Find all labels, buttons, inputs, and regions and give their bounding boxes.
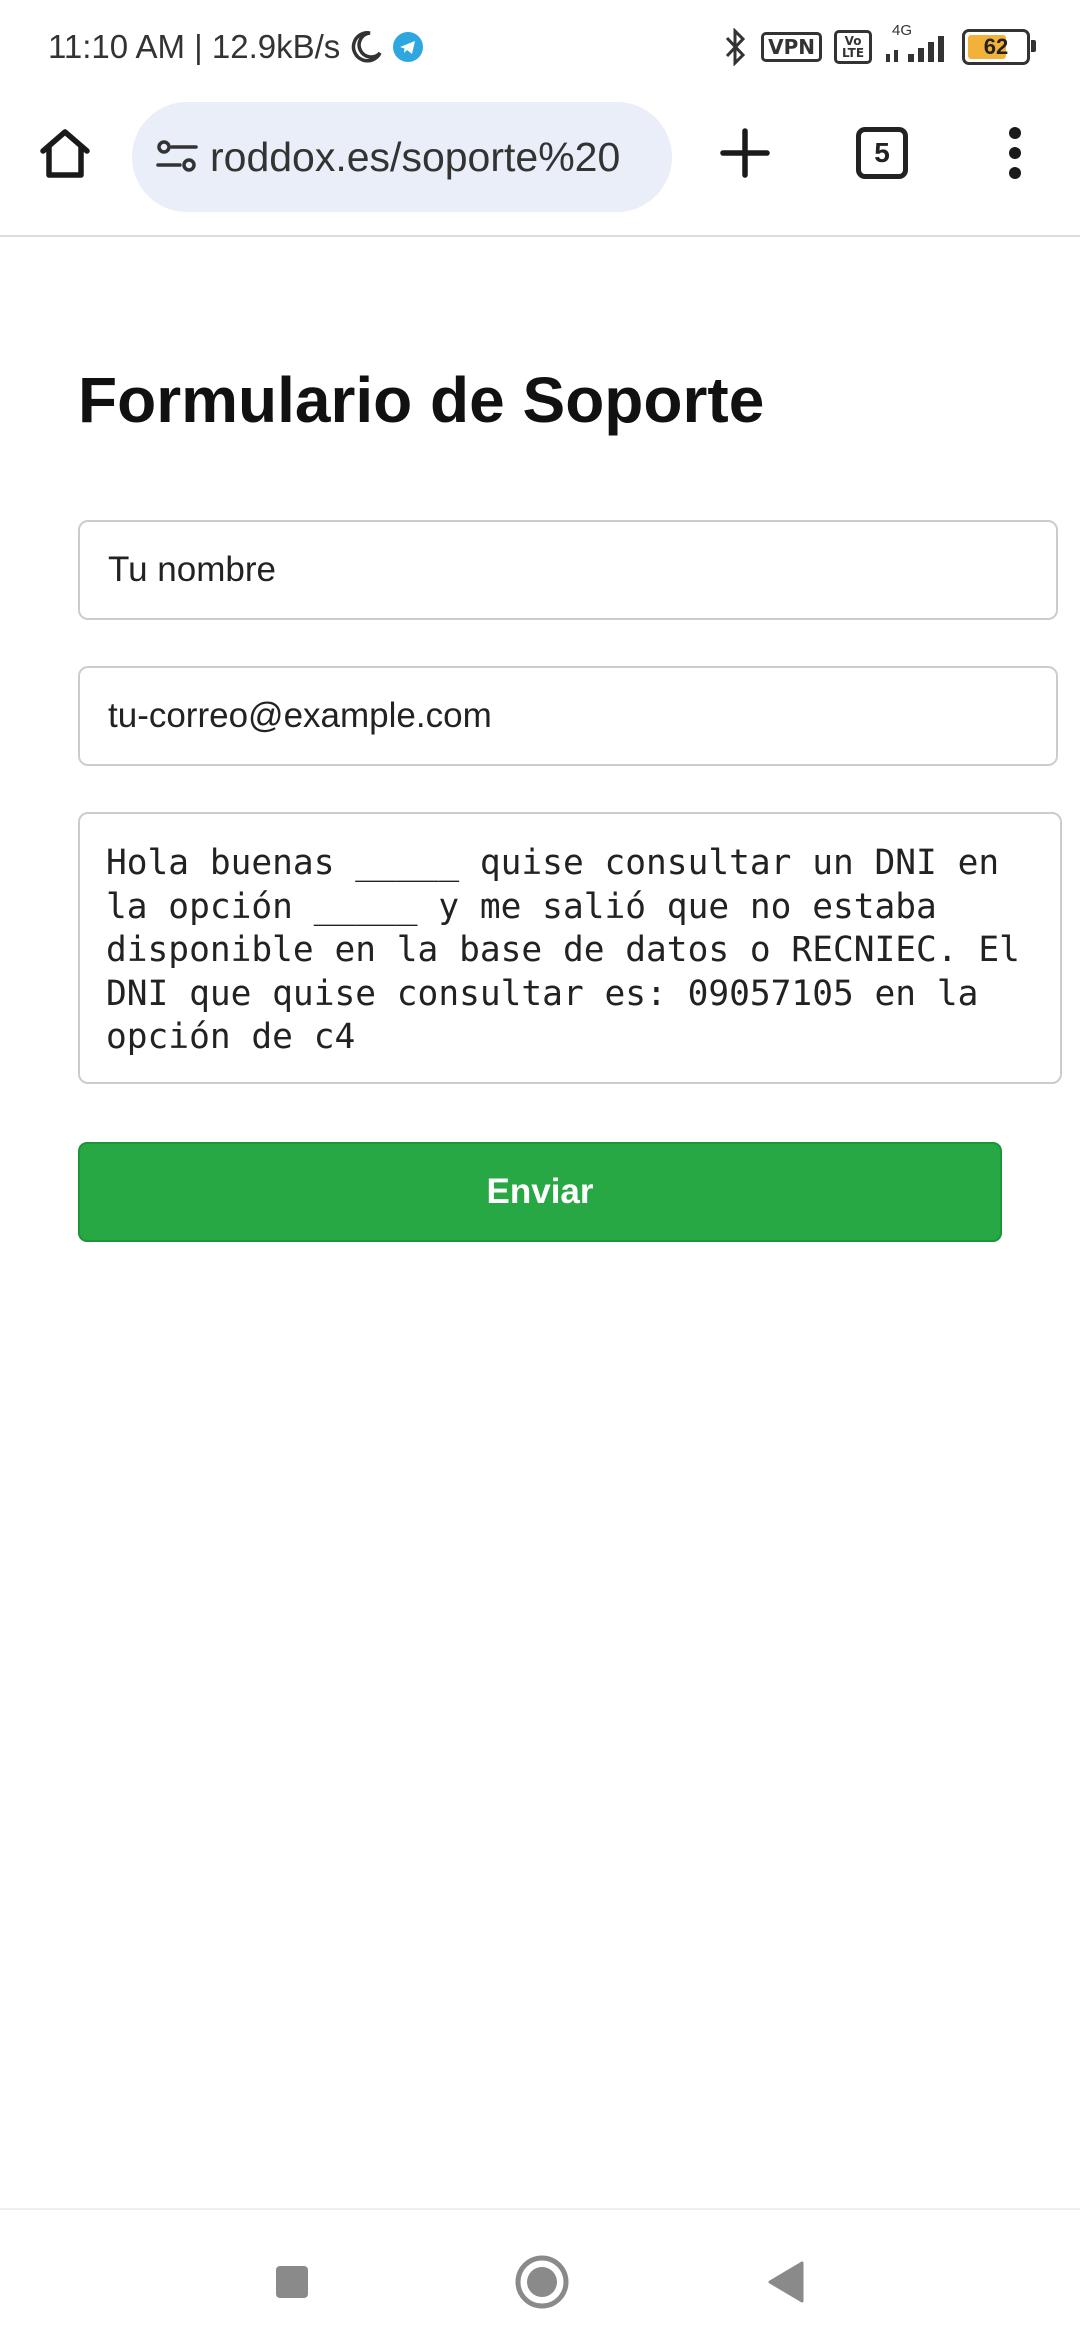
name-field[interactable]: Tu nombre <box>78 520 1058 620</box>
bluetooth-icon <box>726 28 746 66</box>
name-field-placeholder: Tu nombre <box>108 550 276 589</box>
address-bar[interactable]: roddox.es/soporte%20 <box>132 102 672 212</box>
status-bar: 11:10 AM | 12.9kB/s VPN Vo LTE 4G 62 <box>0 0 1080 100</box>
url-text[interactable]: roddox.es/soporte%20 <box>210 134 640 181</box>
square-icon <box>276 2266 308 2298</box>
page-title: Formulario de Soporte <box>78 364 765 436</box>
system-nav-bar <box>0 2208 1080 2342</box>
signal-indicator: 4G <box>884 22 950 66</box>
status-left: 11:10 AM | 12.9kB/s <box>48 28 424 66</box>
battery-icon: 62 <box>962 29 1036 65</box>
tab-count: 5 <box>856 127 908 179</box>
volte-badge: Vo LTE <box>834 30 872 64</box>
email-field-placeholder: tu-correo@example.com <box>108 696 492 735</box>
signal-bars-icon <box>886 36 944 62</box>
status-time: 11:10 AM | 12.9kB/s <box>48 28 341 65</box>
browser-toolbar: roddox.es/soporte%20 5 <box>0 100 1080 237</box>
circle-icon <box>515 2255 569 2309</box>
tab-switcher-button[interactable]: 5 <box>845 116 919 190</box>
message-textarea[interactable]: Hola buenas _____ quise consultar un DNI… <box>78 812 1062 1084</box>
site-settings-icon[interactable] <box>154 134 200 180</box>
new-tab-button[interactable] <box>708 116 782 190</box>
menu-button[interactable] <box>978 116 1052 190</box>
home-nav-button[interactable] <box>510 2250 574 2314</box>
vpn-badge: VPN <box>761 32 822 62</box>
email-field[interactable]: tu-correo@example.com <box>78 666 1058 766</box>
more-vert-icon <box>1009 127 1021 179</box>
telegram-icon <box>393 32 424 62</box>
status-right: VPN Vo LTE 4G 62 <box>723 22 1036 66</box>
recents-button[interactable] <box>262 2252 322 2312</box>
back-button[interactable] <box>756 2252 816 2312</box>
home-icon <box>40 129 90 178</box>
back-triangle-icon <box>768 2261 804 2303</box>
plus-icon <box>720 128 770 178</box>
submit-button[interactable]: Enviar <box>78 1142 1002 1242</box>
do-not-disturb-moon-icon <box>352 31 382 63</box>
support-form: Formulario de Soporte Tu nombre tu-corre… <box>78 360 1062 1242</box>
battery-level: 62 <box>983 34 1009 59</box>
home-button[interactable] <box>28 116 102 190</box>
